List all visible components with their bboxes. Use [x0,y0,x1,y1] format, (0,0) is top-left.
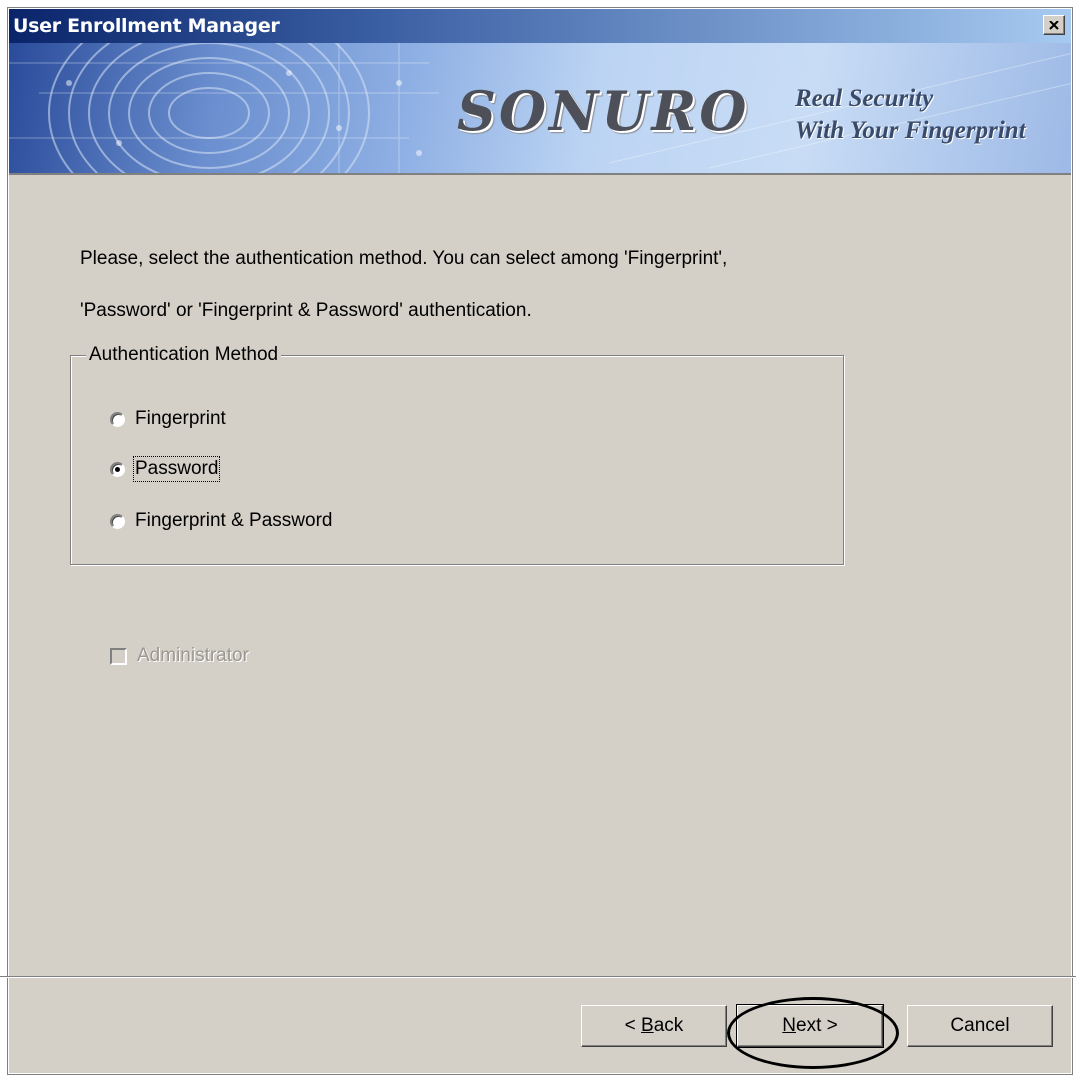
radio-fingerprint-and-password[interactable]: Fingerprint & Password [110,510,332,532]
back-prefix: < [624,1015,642,1036]
close-button[interactable] [1043,15,1065,35]
back-button[interactable]: < Back [581,1005,727,1047]
next-mnemonic: N [782,1015,796,1036]
cancel-button[interactable]: Cancel [907,1005,1053,1047]
instruction-line-1: Please, select the authentication method… [80,248,728,269]
banner-divider [9,173,1071,175]
tagline-line-1: Real Security [795,85,934,112]
radio-label: Password [132,456,221,482]
back-rest: ack [653,1015,684,1036]
group-legend: Authentication Method [86,344,282,366]
administrator-checkbox-row: Administrator [110,645,249,667]
radio-button-icon[interactable] [110,411,125,427]
header-banner: SONURO Real Security With Your Fingerpri… [9,43,1071,173]
next-rest: ext > [796,1015,838,1036]
radio-button-selected-icon[interactable] [110,461,125,477]
footer-separator [0,976,1076,978]
window-title: User Enrollment Manager [13,15,280,37]
tagline-line-2: With Your Fingerprint [795,117,1026,144]
radio-label: Fingerprint & Password [135,510,333,531]
sonuro-logo: SONURO [457,79,750,143]
title-bar[interactable]: User Enrollment Manager [9,9,1071,43]
radio-label: Fingerprint [135,408,226,429]
close-icon [1049,20,1059,30]
instruction-line-2: 'Password' or 'Fingerprint & Password' a… [80,300,532,321]
radio-button-icon[interactable] [110,513,125,529]
radio-fingerprint[interactable]: Fingerprint [110,408,226,430]
administrator-label: Administrator [137,645,249,666]
next-button[interactable]: Next > [736,1004,884,1048]
back-mnemonic: B [641,1015,654,1036]
administrator-checkbox [110,647,127,665]
banner-tagline: Real Security With Your Fingerprint [795,83,1026,147]
radio-password[interactable]: Password [110,456,221,482]
